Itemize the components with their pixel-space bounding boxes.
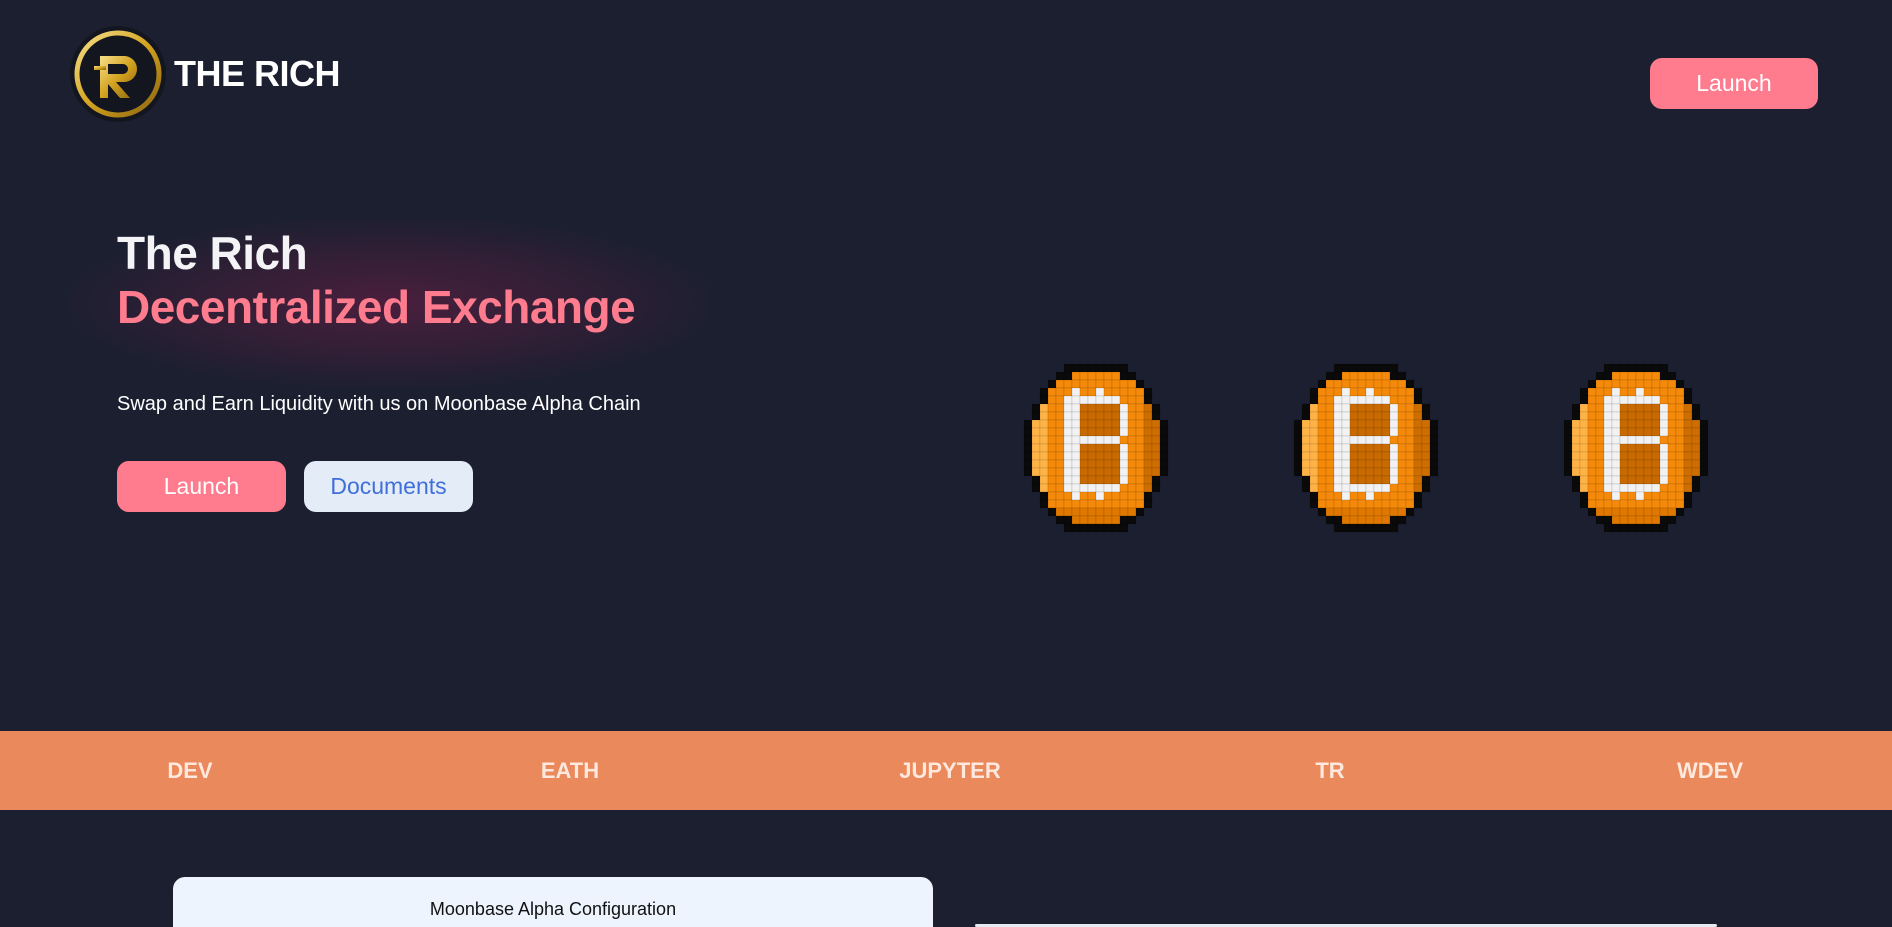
the-rich-logo-icon bbox=[70, 26, 166, 122]
brand-name: THE RICH bbox=[174, 53, 341, 94]
hero-description: Swap and Earn Liquidity with us on Moonb… bbox=[117, 393, 641, 415]
token-ticker-bar: DEV EATH JUPYTER TR WDEV bbox=[0, 731, 1892, 810]
config-card: Moonbase Alpha Configuration bbox=[173, 877, 933, 927]
ticker-item-jupyter: JUPYTER bbox=[899, 757, 1001, 783]
brand-logo-link[interactable]: THE RICH bbox=[70, 26, 341, 122]
bitcoin-coin-icon bbox=[1023, 363, 1169, 533]
hero-title: The Rich bbox=[117, 227, 308, 279]
header-launch-button[interactable]: Launch bbox=[1650, 58, 1818, 109]
ticker-item-tr: TR bbox=[1315, 757, 1345, 783]
ticker-item-dev: DEV bbox=[167, 757, 213, 783]
ticker-item-eath: EATH bbox=[540, 757, 600, 783]
bitcoin-coin-icon bbox=[1293, 363, 1439, 533]
documents-button[interactable]: Documents bbox=[304, 461, 473, 512]
hero-subtitle: Decentralized Exchange bbox=[117, 281, 636, 333]
config-title: Moonbase Alpha Configuration bbox=[429, 899, 677, 919]
ticker-item-wdev: WDEV bbox=[1677, 757, 1743, 783]
bitcoin-coin-icon bbox=[1563, 363, 1709, 533]
site-header: THE RICH Launch bbox=[0, 0, 1892, 150]
hero-launch-button[interactable]: Launch bbox=[117, 461, 286, 512]
